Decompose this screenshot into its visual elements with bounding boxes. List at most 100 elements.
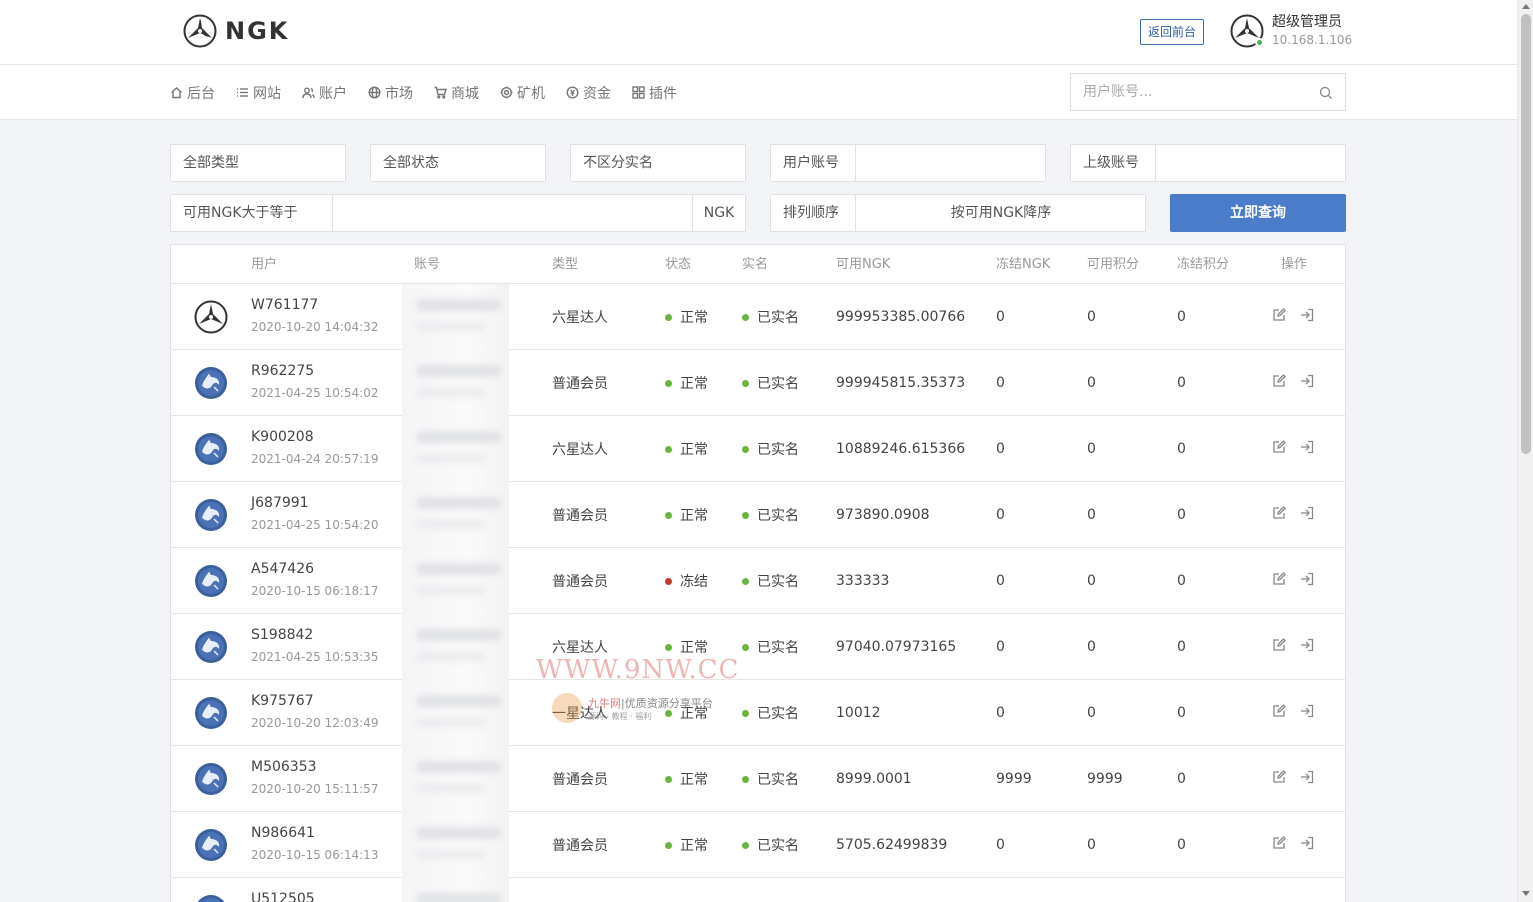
nav-item-1[interactable]: 网站 — [236, 83, 281, 103]
search-input[interactable] — [1071, 74, 1301, 110]
ngk-min-filter: 可用NGK大于等于 NGK — [170, 194, 746, 232]
edit-icon[interactable] — [1272, 572, 1286, 586]
nav-item-7[interactable]: 插件 — [632, 83, 677, 103]
table-row: K900208 2021-04-24 20:57:19 六星达人 正常 已实名 10889… — [171, 416, 1345, 482]
edit-icon[interactable] — [1272, 836, 1286, 850]
row-actions — [1272, 308, 1314, 322]
avatar — [194, 564, 228, 598]
login-as-user-icon[interactable] — [1300, 440, 1314, 454]
edit-icon[interactable] — [1272, 638, 1286, 652]
available-points: 0 — [1087, 507, 1096, 523]
user-account-input[interactable] — [857, 145, 1045, 181]
realname-text: 已实名 — [757, 574, 799, 590]
page-scrollbar[interactable] — [1517, 0, 1533, 902]
avatar — [194, 432, 228, 466]
user-type: 普通会员 — [552, 772, 608, 788]
edit-icon[interactable] — [1272, 506, 1286, 520]
edit-icon[interactable] — [1272, 704, 1286, 718]
user-name[interactable]: A547426 — [251, 561, 314, 577]
user-register-time: 2021-04-25 10:54:02 — [251, 386, 379, 400]
user-name[interactable]: U512505 — [251, 891, 315, 902]
user-name[interactable]: N986641 — [251, 825, 315, 841]
header-account: 账号 — [414, 257, 441, 272]
scroll-up-arrow-icon[interactable] — [1522, 4, 1530, 9]
login-as-user-icon[interactable] — [1300, 770, 1314, 784]
user-name[interactable]: J687991 — [251, 495, 309, 511]
nav-item-0[interactable]: 后台 — [170, 83, 215, 103]
nav-item-5[interactable]: 矿机 — [500, 83, 545, 103]
parent-account-input[interactable] — [1157, 145, 1345, 181]
edit-icon[interactable] — [1272, 770, 1286, 784]
status-dot — [665, 313, 672, 321]
frozen-ngk: 0 — [996, 573, 1005, 589]
scroll-down-arrow-icon[interactable] — [1522, 891, 1530, 896]
status-text: 正常 — [680, 838, 708, 854]
frozen-points: 0 — [1177, 639, 1186, 655]
back-to-frontend-button[interactable]: 返回前台 — [1140, 19, 1205, 45]
account-blurred — [402, 482, 509, 548]
user-name[interactable]: K975767 — [251, 693, 314, 709]
realname-select[interactable]: 不区分实名 — [570, 144, 746, 182]
ngk-min-input[interactable] — [333, 195, 693, 231]
realname-dot — [742, 379, 749, 387]
sort-select[interactable]: 按可用NGK降序 — [857, 195, 1145, 231]
nav-item-6[interactable]: 资金 — [566, 83, 611, 103]
available-ngk: 973890.0908 — [836, 507, 930, 523]
available-ngk: 10012 — [836, 705, 881, 721]
status-badge: 正常 — [665, 812, 708, 878]
login-as-user-icon[interactable] — [1300, 836, 1314, 850]
login-as-user-icon[interactable] — [1300, 572, 1314, 586]
realname-badge: 已实名 — [742, 350, 799, 416]
nav-item-2[interactable]: 账户 — [302, 83, 347, 103]
login-as-user-icon[interactable] — [1300, 308, 1314, 322]
login-as-user-icon[interactable] — [1300, 638, 1314, 652]
nav-item-3[interactable]: 市场 — [368, 83, 413, 103]
ngk-unit-label: NGK — [692, 195, 745, 231]
user-search-box[interactable] — [1070, 73, 1346, 111]
login-as-user-icon[interactable] — [1300, 704, 1314, 718]
realname-text: 已实名 — [757, 706, 799, 722]
frozen-points: 0 — [1177, 771, 1186, 787]
logo-text: NGK — [225, 17, 290, 45]
realname-badge: 已实名 — [742, 284, 799, 350]
avatar — [194, 762, 228, 796]
type-select[interactable]: 全部类型 — [170, 144, 346, 182]
login-as-user-icon[interactable] — [1300, 374, 1314, 388]
user-name[interactable]: K900208 — [251, 429, 314, 445]
main-nav: 后台 网站 账户 市场 商城 矿机 资金 插件 — [0, 65, 1517, 120]
nav-item-4[interactable]: 商城 — [434, 83, 479, 103]
status-badge: 正常 — [665, 746, 708, 812]
user-name[interactable]: R962275 — [251, 363, 314, 379]
status-select[interactable]: 全部状态 — [370, 144, 546, 182]
nav-item-label: 插件 — [649, 85, 677, 102]
user-name[interactable]: S198842 — [251, 627, 313, 643]
user-name[interactable]: W761177 — [251, 297, 318, 313]
cart-icon — [434, 86, 447, 99]
row-actions — [1272, 638, 1314, 652]
table-row: A547426 2020-10-15 06:18:17 普通会员 冻结 已实名 33333… — [171, 548, 1345, 614]
status-dot — [665, 709, 672, 717]
status-text: 正常 — [680, 508, 708, 524]
status-dot — [665, 511, 672, 519]
brand-logo[interactable]: NGK — [183, 14, 289, 48]
edit-icon[interactable] — [1272, 308, 1286, 322]
scroll-thumb[interactable] — [1521, 14, 1531, 454]
avatar — [194, 630, 228, 664]
user-name[interactable]: M506353 — [251, 759, 317, 775]
available-ngk: 5705.62499839 — [836, 837, 948, 853]
realname-dot — [742, 643, 749, 651]
available-ngk: 333333 — [836, 573, 890, 589]
user-register-time: 2020-10-15 06:18:17 — [251, 584, 379, 598]
table-row: M506353 2020-10-20 15:11:57 普通会员 正常 已实名 8999.… — [171, 746, 1345, 812]
query-button[interactable]: 立即查询 — [1170, 194, 1346, 232]
edit-icon[interactable] — [1272, 374, 1286, 388]
login-as-user-icon[interactable] — [1300, 506, 1314, 520]
nav-item-label: 账户 — [319, 85, 347, 102]
admin-profile[interactable]: 超级管理员 10.168.1.106 — [1230, 13, 1352, 49]
header-frozen-ngk: 冻结NGK — [996, 257, 1051, 272]
edit-icon[interactable] — [1272, 440, 1286, 454]
user-type: 一星达人 — [552, 706, 608, 722]
realname-dot — [742, 841, 749, 849]
globe-icon — [368, 86, 381, 99]
search-icon[interactable] — [1319, 86, 1333, 100]
